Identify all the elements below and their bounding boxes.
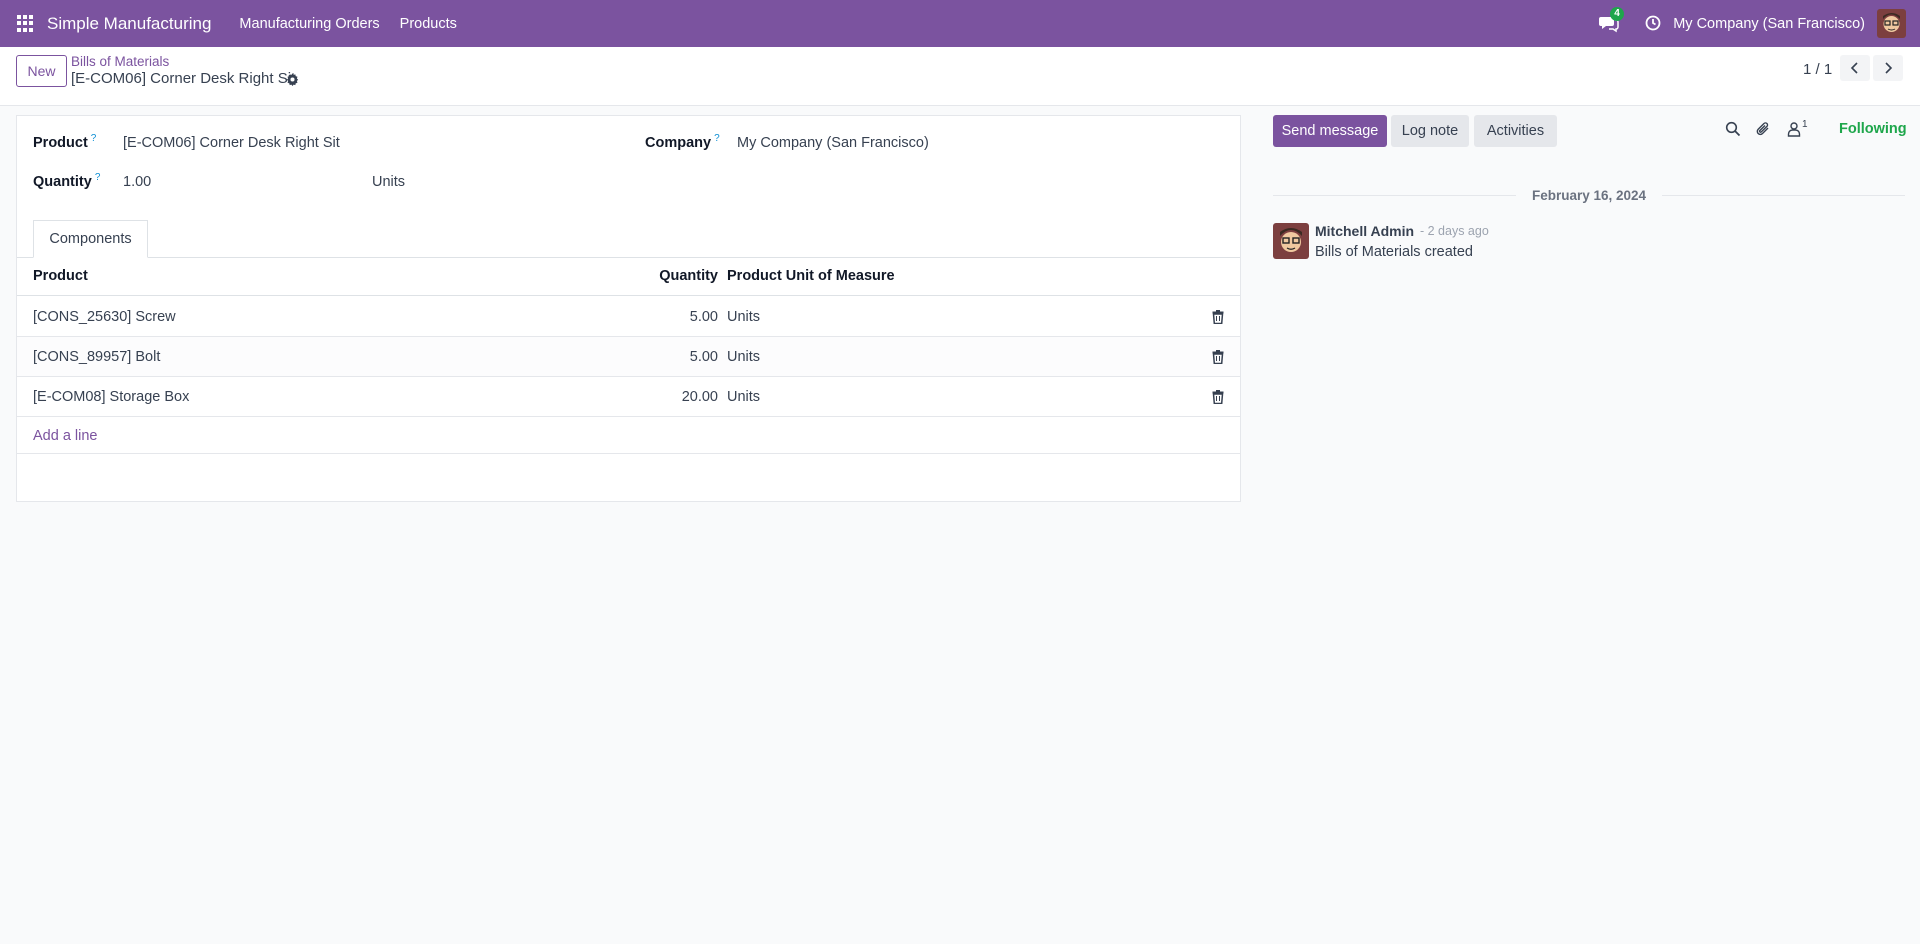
product-field-label: Product? xyxy=(33,133,97,151)
row-product: [CONS_25630] Screw xyxy=(33,309,176,325)
message-author-avatar[interactable] xyxy=(1273,223,1309,259)
company-help-icon[interactable]: ? xyxy=(714,133,720,144)
quantity-uom-field[interactable]: Units xyxy=(372,174,405,190)
row-product: [E-COM08] Storage Box xyxy=(33,389,190,405)
gear-icon[interactable] xyxy=(286,73,299,87)
paperclip-icon[interactable] xyxy=(1755,121,1771,137)
menu-manufacturing-orders[interactable]: Manufacturing Orders xyxy=(239,16,379,32)
row-uom: Units xyxy=(727,349,761,365)
quantity-help-icon[interactable]: ? xyxy=(95,172,101,183)
table-footer-divider xyxy=(17,453,1240,454)
quantity-field-label: Quantity? xyxy=(33,172,101,190)
new-button[interactable]: New xyxy=(16,55,67,87)
trash-icon[interactable] xyxy=(1212,390,1224,405)
chevron-right-icon xyxy=(1885,62,1893,74)
date-separator-label: February 16, 2024 xyxy=(1531,187,1647,203)
message-timestamp: - 2 days ago xyxy=(1420,224,1489,238)
company-field-label: Company? xyxy=(645,133,720,151)
row-uom: Units xyxy=(727,309,761,325)
apps-grid-icon[interactable] xyxy=(17,14,35,33)
breadcrumb-bills-of-materials[interactable]: Bills of Materials xyxy=(71,54,169,69)
log-note-button[interactable]: Log note xyxy=(1391,115,1469,147)
followers-count: 1 xyxy=(1802,119,1808,130)
add-a-line-link[interactable]: Add a line xyxy=(33,428,98,444)
send-message-button[interactable]: Send message xyxy=(1273,115,1387,147)
message-body: Bills of Materials created xyxy=(1315,244,1473,260)
top-navbar: Simple Manufacturing Manufacturing Order… xyxy=(0,0,1920,47)
tab-components[interactable]: Components xyxy=(33,220,148,258)
pager-previous[interactable] xyxy=(1840,55,1870,81)
form-sheet: Product? [E-COM06] Corner Desk Right Sit… xyxy=(16,115,1241,502)
user-avatar[interactable] xyxy=(1877,9,1906,38)
menu-products[interactable]: Products xyxy=(400,16,457,32)
company-field[interactable]: My Company (San Francisco) xyxy=(737,135,929,151)
components-table-header: Product Quantity Product Unit of Measure xyxy=(17,258,1240,296)
row-uom: Units xyxy=(727,389,761,405)
column-uom[interactable]: Product Unit of Measure xyxy=(727,268,895,284)
table-row[interactable]: [CONS_25630] Screw 5.00 Units xyxy=(17,297,1240,337)
control-panel: New Bills of Materials [E-COM06] Corner … xyxy=(0,47,1920,106)
column-product[interactable]: Product xyxy=(33,268,88,284)
row-quantity: 5.00 xyxy=(689,309,718,325)
row-quantity: 20.00 xyxy=(681,389,718,405)
table-row[interactable]: [CONS_89957] Bolt 5.00 Units xyxy=(17,337,1240,377)
trash-icon[interactable] xyxy=(1212,350,1224,365)
pager-value[interactable]: 1 / 1 xyxy=(1803,61,1832,78)
clock-icon[interactable] xyxy=(1645,15,1663,33)
following-button[interactable]: Following xyxy=(1839,121,1907,137)
search-icon[interactable] xyxy=(1725,121,1741,137)
row-quantity: 5.00 xyxy=(689,349,718,365)
trash-icon[interactable] xyxy=(1212,310,1224,325)
chat-icon[interactable]: 4 xyxy=(1599,6,1624,35)
product-help-icon[interactable]: ? xyxy=(91,133,97,144)
date-separator: February 16, 2024 xyxy=(1273,186,1906,204)
app-name[interactable]: Simple Manufacturing xyxy=(47,14,211,34)
pager-next[interactable] xyxy=(1873,55,1903,81)
row-product: [CONS_89957] Bolt xyxy=(33,349,161,365)
activities-button[interactable]: Activities xyxy=(1474,115,1557,147)
breadcrumb-current-record: [E-COM06] Corner Desk Right Sit xyxy=(71,70,296,87)
product-field[interactable]: [E-COM06] Corner Desk Right Sit xyxy=(123,135,340,151)
messages-badge: 4 xyxy=(1610,6,1624,21)
message-author[interactable]: Mitchell Admin xyxy=(1315,223,1414,239)
company-switcher[interactable]: My Company (San Francisco) xyxy=(1673,16,1865,32)
quantity-field[interactable]: 1.00 xyxy=(123,174,151,190)
person-icon[interactable] xyxy=(1786,121,1802,137)
table-row[interactable]: [E-COM08] Storage Box 20.00 Units xyxy=(17,377,1240,417)
chevron-left-icon xyxy=(1850,62,1858,74)
column-quantity[interactable]: Quantity xyxy=(659,268,718,284)
